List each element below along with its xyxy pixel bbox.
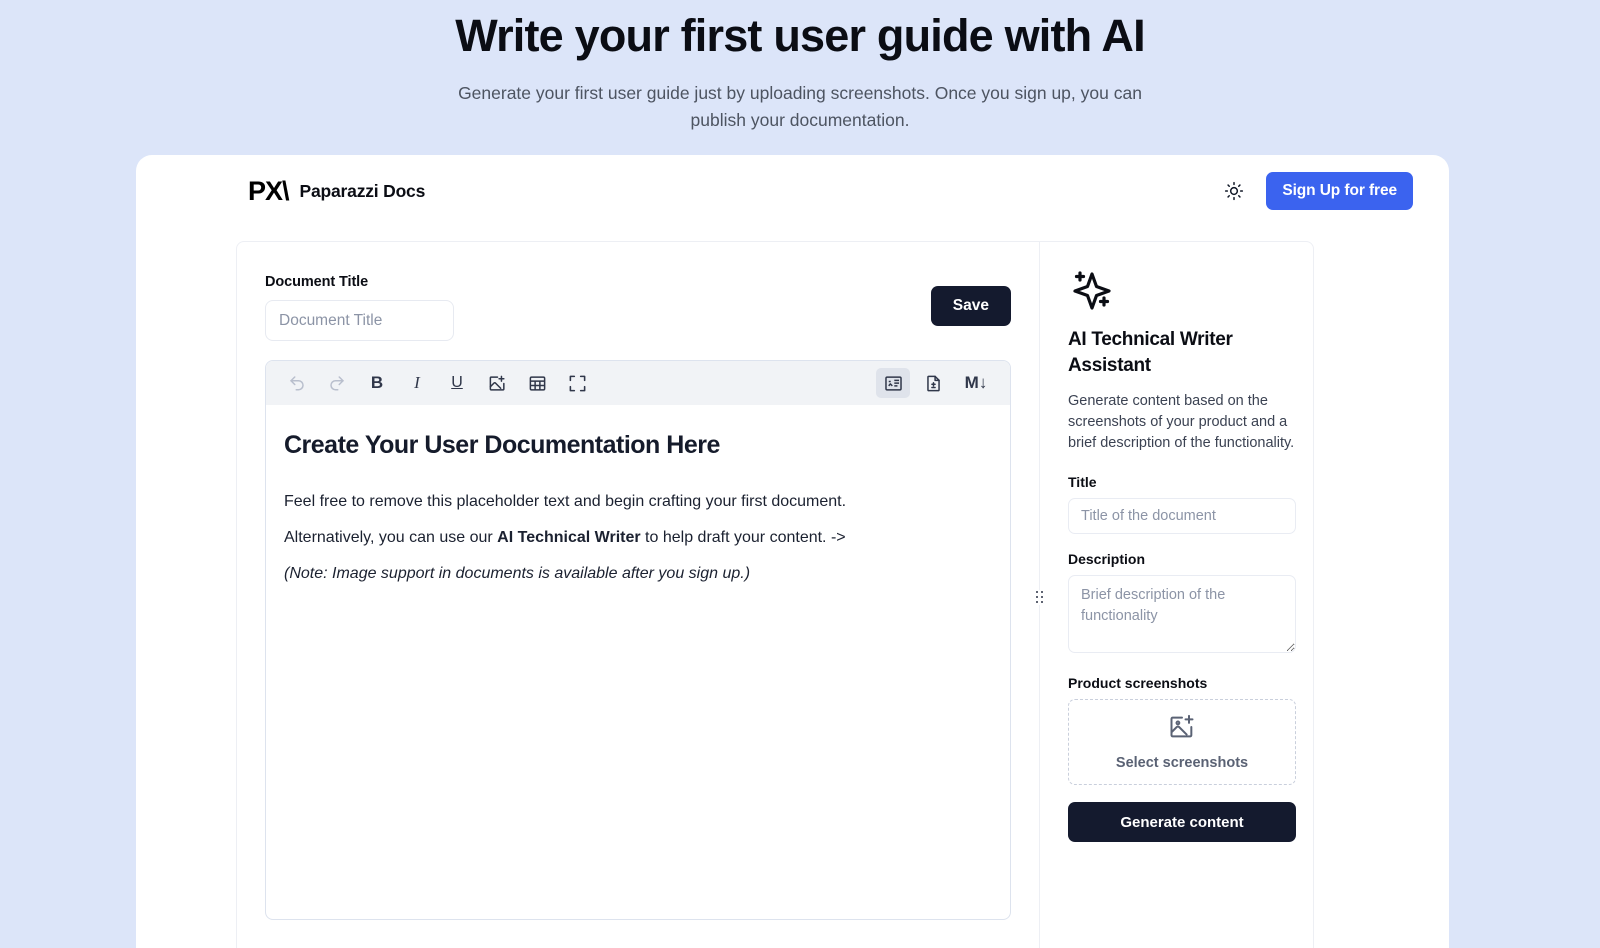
workspace: Document Title Save [236,241,1314,948]
document-heading: Create Your User Documentation Here [284,429,992,461]
app-card: PX\ Paparazzi Docs Sign Up for free [136,155,1449,948]
document-paragraph-2: Alternatively, you can use our AI Techni… [284,523,992,552]
screenshot-dropzone[interactable]: Select screenshots [1068,699,1296,785]
redo-icon[interactable] [320,368,354,398]
insert-table-icon[interactable] [520,368,554,398]
dropzone-label: Select screenshots [1116,755,1248,771]
ai-panel-title: AI Technical Writer Assistant [1068,327,1248,379]
italic-icon[interactable]: I [400,368,434,398]
document-title-row: Document Title Save [265,274,1011,341]
editor-pane: Document Title Save [237,242,1039,948]
sign-up-button[interactable]: Sign Up for free [1266,172,1413,210]
image-plus-icon [1168,713,1196,746]
toolbar-right-group: M↓ [873,368,999,398]
pane-divider[interactable] [1039,242,1040,948]
sun-icon[interactable] [1222,179,1246,203]
ai-title-input[interactable] [1068,498,1296,534]
brand-name: Paparazzi Docs [300,181,426,202]
logo-icon: PX\ [248,176,289,207]
bold-icon[interactable]: B [360,368,394,398]
document-note: (Note: Image support in documents is ava… [284,559,992,588]
rich-text-view-icon[interactable] [876,368,910,398]
insert-image-icon[interactable] [480,368,514,398]
ai-description-textarea[interactable] [1068,575,1296,653]
hero-section: Write your first user guide with AI Gene… [0,0,1600,134]
markdown-view-icon[interactable]: M↓ [956,368,996,398]
ai-assistant-pane: AI Technical Writer Assistant Generate c… [1040,242,1313,948]
document-paragraph-1: Feel free to remove this placeholder tex… [284,487,992,516]
doc-p2-before: Alternatively, you can use our [284,529,497,546]
page-title: Write your first user guide with AI [0,6,1600,66]
sparkle-icon [1068,266,1296,319]
brand[interactable]: PX\ Paparazzi Docs [248,176,425,207]
document-title-group: Document Title [265,274,454,341]
document-view-icon[interactable] [916,368,950,398]
generate-content-button[interactable]: Generate content [1068,802,1296,842]
page-subtitle: Generate your first user guide just by u… [455,80,1145,134]
ai-title-label: Title [1068,474,1296,490]
editor-box: B I U [265,360,1011,920]
product-screenshots-label: Product screenshots [1068,675,1296,691]
fullscreen-icon[interactable] [560,368,594,398]
document-content[interactable]: Create Your User Documentation Here Feel… [266,405,1010,919]
page-root: Write your first user guide with AI Gene… [0,0,1600,948]
ai-description-label: Description [1068,551,1296,567]
underline-icon[interactable]: U [440,368,474,398]
app-bar-actions: Sign Up for free [1222,172,1413,210]
document-title-label: Document Title [265,274,454,290]
drag-grip-icon[interactable] [1035,590,1044,605]
save-button[interactable]: Save [931,286,1011,326]
app-bar: PX\ Paparazzi Docs Sign Up for free [136,155,1449,227]
document-title-input[interactable] [265,300,454,341]
undo-icon[interactable] [280,368,314,398]
ai-panel-description: Generate content based on the screenshot… [1068,391,1296,454]
editor-toolbar: B I U [266,361,1010,405]
doc-p2-bold: AI Technical Writer [497,529,640,546]
toolbar-left-group: B I U [277,368,597,398]
doc-p2-after: to help draft your content. -> [641,529,846,546]
